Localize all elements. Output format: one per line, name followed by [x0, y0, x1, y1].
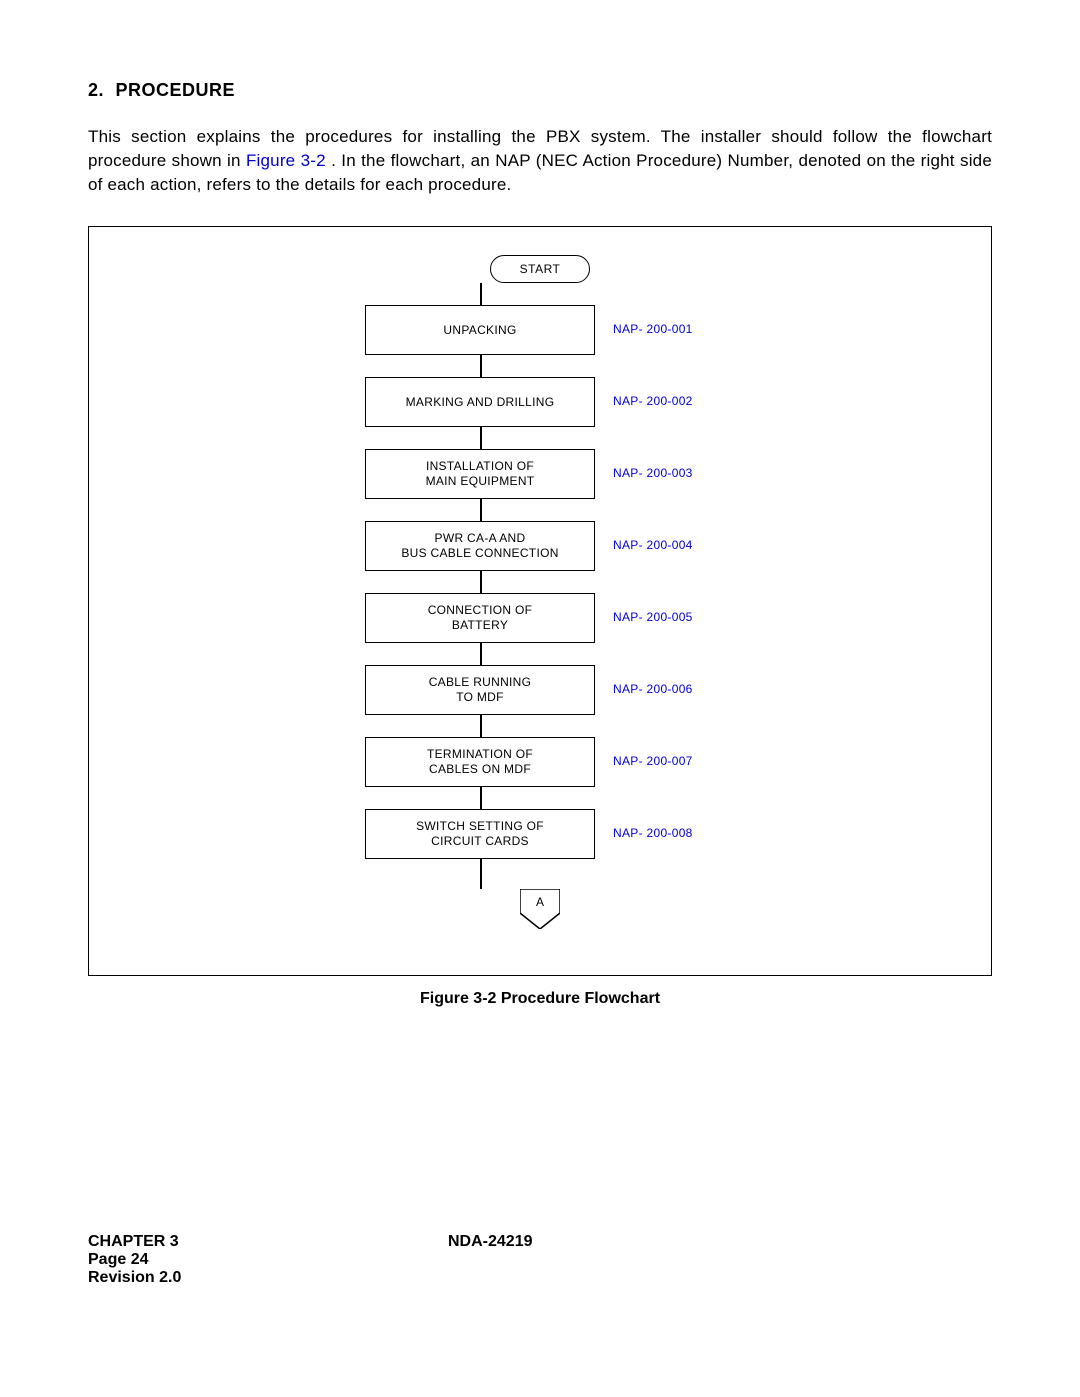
footer-page: Page 24	[88, 1251, 992, 1269]
step-label: UNPACKING	[443, 323, 516, 338]
body-paragraph: This section explains the procedures for…	[88, 125, 992, 196]
flowchart-step-unpacking: UNPACKING	[365, 305, 595, 355]
nap-link[interactable]: NAP- 200-006	[613, 682, 693, 696]
figure-reference-link[interactable]: Figure 3-2	[246, 151, 326, 170]
step-label: BUS CABLE CONNECTION	[401, 546, 558, 561]
step-label: CABLE RUNNING	[429, 675, 532, 690]
nap-link[interactable]: NAP- 200-003	[613, 466, 693, 480]
end-label: A	[520, 895, 560, 909]
page-footer: CHAPTER 3 NDA-24219 Page 24 Revision 2.0	[88, 1233, 992, 1287]
footer-chapter: CHAPTER 3	[88, 1233, 448, 1251]
footer-revision: Revision 2.0	[88, 1269, 992, 1287]
step-label: INSTALLATION OF	[426, 459, 534, 474]
flowchart-step-termination: TERMINATION OF CABLES ON MDF	[365, 737, 595, 787]
connector	[480, 427, 482, 449]
figure-frame: START UNPACKING NAP- 200-001 MARKING AND…	[88, 226, 992, 976]
flowchart-end-connector: A	[520, 889, 560, 929]
step-label: MARKING AND DRILLING	[406, 395, 555, 410]
flowchart-start-node: START	[490, 255, 590, 283]
step-label: CABLES ON MDF	[429, 762, 531, 777]
connector	[480, 499, 482, 521]
flowchart-step-battery: CONNECTION OF BATTERY	[365, 593, 595, 643]
flowchart-step-installation: INSTALLATION OF MAIN EQUIPMENT	[365, 449, 595, 499]
connector	[480, 643, 482, 665]
figure-caption: Figure 3-2 Procedure Flowchart	[88, 990, 992, 1008]
connector	[480, 571, 482, 593]
step-label: BATTERY	[452, 618, 508, 633]
section-title: PROCEDURE	[116, 80, 236, 100]
connector	[480, 859, 482, 889]
nap-link[interactable]: NAP- 200-008	[613, 826, 693, 840]
flowchart-step-pwr-cable: PWR CA-A AND BUS CABLE CONNECTION	[365, 521, 595, 571]
connector	[480, 355, 482, 377]
step-label: TERMINATION OF	[427, 747, 533, 762]
step-label: TO MDF	[456, 690, 504, 705]
footer-docnum: NDA-24219	[448, 1233, 532, 1251]
nap-link[interactable]: NAP- 200-001	[613, 322, 693, 336]
step-label: SWITCH SETTING OF	[416, 819, 544, 834]
section-number: 2.	[88, 80, 104, 101]
flowchart-step-switch-setting: SWITCH SETTING OF CIRCUIT CARDS	[365, 809, 595, 859]
section-heading: 2. PROCEDURE	[88, 80, 992, 101]
nap-link[interactable]: NAP- 200-002	[613, 394, 693, 408]
flowchart-step-marking: MARKING AND DRILLING	[365, 377, 595, 427]
step-label: MAIN EQUIPMENT	[426, 474, 535, 489]
nap-link[interactable]: NAP- 200-004	[613, 538, 693, 552]
flowchart: START UNPACKING NAP- 200-001 MARKING AND…	[89, 227, 991, 975]
connector	[480, 715, 482, 737]
step-label: CIRCUIT CARDS	[431, 834, 529, 849]
step-label: PWR CA-A AND	[435, 531, 526, 546]
nap-link[interactable]: NAP- 200-007	[613, 754, 693, 768]
connector	[480, 283, 482, 305]
connector	[480, 787, 482, 809]
flowchart-step-cable-mdf: CABLE RUNNING TO MDF	[365, 665, 595, 715]
nap-link[interactable]: NAP- 200-005	[613, 610, 693, 624]
step-label: CONNECTION OF	[428, 603, 533, 618]
